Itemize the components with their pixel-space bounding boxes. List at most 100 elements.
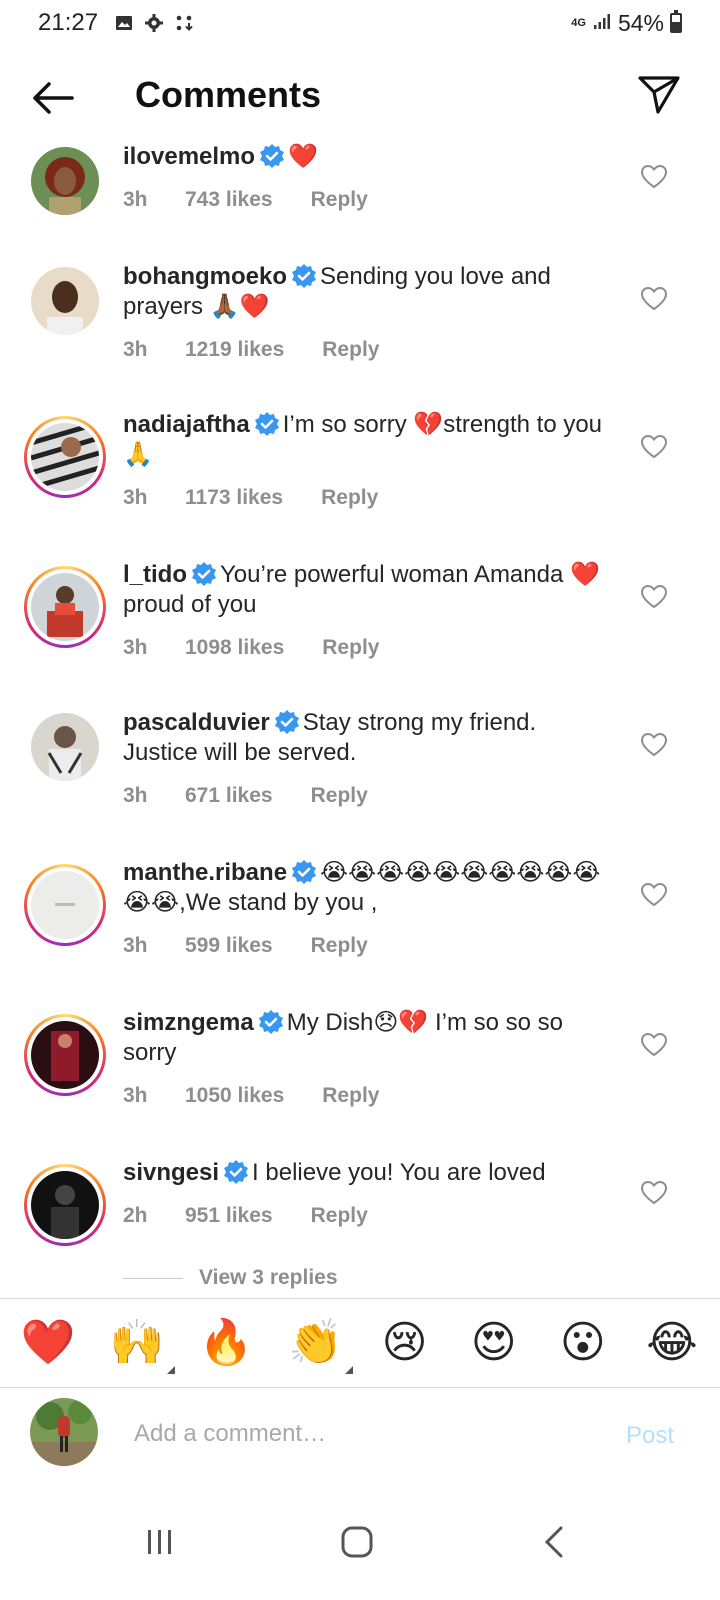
- commenter-avatar[interactable]: [24, 864, 106, 946]
- comment-username[interactable]: manthe.ribane: [123, 859, 287, 886]
- comment-time: 3h: [123, 338, 148, 361]
- status-time: 21:27: [38, 9, 99, 36]
- comment-meta: 3h 599 likes Reply: [123, 934, 368, 958]
- comment-text-block: l_tido You’re powerful woman Amanda ❤️ pr…: [123, 560, 613, 620]
- reply-button[interactable]: Reply: [321, 486, 378, 510]
- comment-input[interactable]: [134, 1416, 594, 1452]
- emoji-crying-face[interactable]: 😢: [377, 1318, 433, 1368]
- comment-likes[interactable]: 951 likes: [185, 1204, 273, 1228]
- commenter-avatar[interactable]: [24, 140, 106, 222]
- reply-button[interactable]: Reply: [311, 784, 368, 808]
- reply-button[interactable]: Reply: [322, 636, 379, 660]
- emoji-raising-hands[interactable]: 🙌: [109, 1318, 176, 1374]
- commenter-avatar[interactable]: [24, 1014, 106, 1096]
- avatar-image: [31, 573, 99, 641]
- back-nav-icon[interactable]: [535, 1522, 575, 1562]
- comment-time: 3h: [123, 784, 148, 807]
- heart-icon[interactable]: [640, 1180, 668, 1206]
- verified-badge-icon: [258, 1009, 284, 1035]
- comment-text-block: manthe.ribane 😭😭😭😭😭😭😭😭😭😭😭😭,We stand by yo…: [123, 858, 613, 918]
- comment-time: 2h: [123, 1204, 148, 1227]
- verified-badge-icon: [291, 859, 317, 885]
- signal-icon: [592, 10, 612, 37]
- heart-icon[interactable]: [640, 286, 668, 312]
- verified-badge-icon: [254, 411, 280, 437]
- reply-button[interactable]: Reply: [322, 1084, 379, 1108]
- comment-time: 3h: [123, 188, 148, 211]
- avatar-image: [31, 147, 99, 215]
- story-ring: [27, 569, 103, 645]
- commenter-avatar[interactable]: [24, 416, 106, 498]
- comment-text: I believe you! You are loved: [252, 1159, 546, 1186]
- comment-username[interactable]: nadiajaftha: [123, 411, 250, 438]
- heart-icon[interactable]: [640, 434, 668, 460]
- comment-composer: Post: [0, 1390, 720, 1486]
- avatar-image: [31, 713, 99, 781]
- comment-username[interactable]: pascalduvier: [123, 709, 270, 736]
- back-arrow-icon[interactable]: [30, 78, 76, 118]
- view-replies-button[interactable]: View 3 replies: [123, 1266, 338, 1290]
- verified-badge-icon: [191, 561, 217, 587]
- send-icon[interactable]: [636, 72, 682, 118]
- comment-username[interactable]: ilovemelmo: [123, 143, 255, 170]
- story-ring: [27, 1167, 103, 1243]
- comment-likes[interactable]: 1219 likes: [185, 338, 284, 362]
- battery-level: [672, 22, 680, 31]
- comment-time: 3h: [123, 636, 148, 659]
- story-ring: [27, 419, 103, 495]
- settings-icon: [144, 13, 164, 33]
- network-type: 4G: [571, 17, 586, 29]
- heart-icon[interactable]: [640, 882, 668, 908]
- heart-icon[interactable]: [640, 584, 668, 610]
- status-bar: 21:27 4G 54%: [0, 0, 720, 46]
- emoji-tears-of-joy[interactable]: 😂: [644, 1318, 700, 1368]
- commenter-avatar[interactable]: [24, 706, 106, 788]
- comment-likes[interactable]: 1050 likes: [185, 1084, 284, 1108]
- comment-likes[interactable]: 1098 likes: [185, 636, 284, 660]
- emoji-fire[interactable]: 🔥: [198, 1318, 254, 1368]
- comment-text-block: bohangmoeko Sending you love and prayers …: [123, 262, 613, 322]
- reply-button[interactable]: Reply: [311, 1204, 368, 1228]
- reply-button[interactable]: Reply: [311, 934, 368, 958]
- verified-badge-icon: [291, 263, 317, 289]
- verified-badge-icon: [223, 1159, 249, 1185]
- heart-icon[interactable]: [640, 732, 668, 758]
- emoji-clapping-hands[interactable]: 👏: [287, 1318, 354, 1374]
- divider-line: [123, 1277, 183, 1279]
- comment-text-block: pascalduvier Stay strong my friend. Justi…: [123, 708, 613, 768]
- page-title: Comments: [135, 74, 322, 115]
- comment-username[interactable]: l_tido: [123, 561, 187, 588]
- heart-icon[interactable]: [640, 164, 668, 190]
- avatar-image: [31, 871, 99, 939]
- comment-username[interactable]: sivngesi: [123, 1159, 219, 1186]
- avatar-image: [31, 1171, 99, 1239]
- comment-likes[interactable]: 743 likes: [185, 188, 273, 212]
- emoji-bar: ❤️ 🙌 🔥 👏 😢 😍 😮 😂: [0, 1298, 720, 1388]
- comment-likes[interactable]: 671 likes: [185, 784, 273, 808]
- comment-text: ❤️: [288, 143, 318, 170]
- commenter-avatar[interactable]: [24, 1164, 106, 1246]
- recent-apps-icon[interactable]: [140, 1522, 180, 1562]
- reply-button[interactable]: Reply: [322, 338, 379, 362]
- emoji-surprised-face[interactable]: 😮: [555, 1318, 611, 1368]
- battery-percent: 54%: [617, 9, 664, 36]
- reply-button[interactable]: Reply: [311, 188, 368, 212]
- commenter-avatar[interactable]: [24, 260, 106, 342]
- header: Comments: [0, 58, 720, 138]
- comment-username[interactable]: bohangmoeko: [123, 263, 287, 290]
- comment-likes[interactable]: 1173 likes: [185, 486, 283, 510]
- post-button[interactable]: Post: [626, 1422, 674, 1450]
- story-ring: [27, 867, 103, 943]
- home-icon[interactable]: [337, 1522, 377, 1562]
- heart-icon[interactable]: [640, 1032, 668, 1058]
- comment-username[interactable]: simzngema: [123, 1009, 254, 1036]
- comment-meta: 3h 1219 likes Reply: [123, 338, 379, 362]
- commenter-avatar[interactable]: [24, 566, 106, 648]
- emoji-red-heart[interactable]: ❤️: [20, 1318, 76, 1368]
- avatar-image: [31, 423, 99, 491]
- comment-time: 3h: [123, 934, 148, 957]
- battery-icon: [670, 10, 682, 33]
- emoji-heart-eyes[interactable]: 😍: [466, 1318, 522, 1368]
- comment-likes[interactable]: 599 likes: [185, 934, 273, 958]
- view-replies-label: View 3 replies: [199, 1266, 338, 1289]
